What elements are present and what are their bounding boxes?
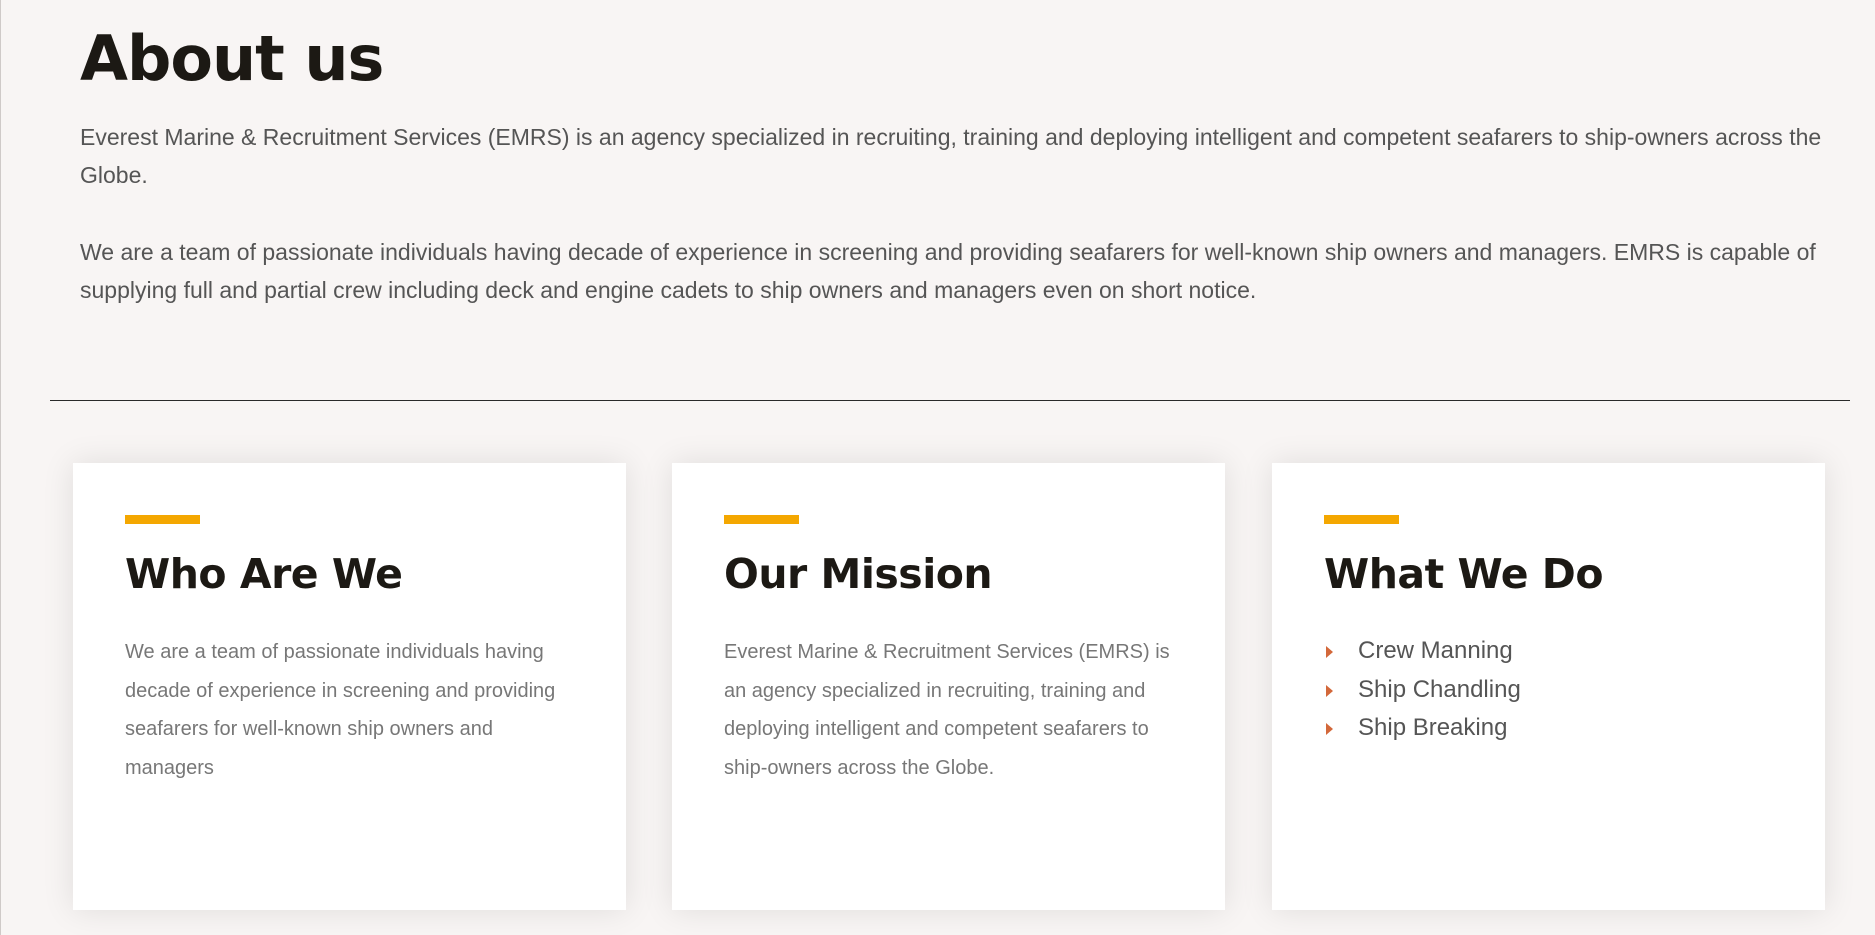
card-what-we-do: What We Do Crew Manning Ship Chandling S… [1272, 463, 1825, 910]
list-item-label: Ship Chandling [1358, 675, 1521, 703]
list-item: Crew Manning [1324, 632, 1773, 671]
caret-right-icon [1326, 646, 1333, 658]
about-paragraph-1: Everest Marine & Recruitment Services (E… [80, 124, 1822, 188]
card-text: Everest Marine & Recruitment Services (E… [724, 641, 1170, 779]
page-left-border [0, 0, 1, 935]
about-title: About us [80, 22, 384, 95]
caret-right-icon [1326, 723, 1333, 735]
card-accent-bar [125, 515, 200, 524]
list-item-label: Ship Breaking [1358, 714, 1508, 741]
caret-right-icon [1326, 684, 1333, 697]
card-who-are-we: Who Are We We are a team of passionate i… [73, 463, 626, 910]
card-our-mission: Our Mission Everest Marine & Recruitment… [672, 463, 1225, 910]
list-item-label: Crew Manning [1358, 637, 1513, 664]
card-title: What We Do [1324, 550, 1604, 598]
card-title: Who Are We [125, 550, 403, 598]
section-divider [50, 400, 1850, 401]
card-title: Our Mission [724, 550, 993, 598]
services-list: Crew Manning Ship Chandling Ship Breakin… [1324, 632, 1773, 748]
about-paragraph-2: We are a team of passionate individuals … [80, 239, 1816, 303]
about-section: About us Everest Marine & Recruitment Se… [80, 16, 1860, 309]
card-accent-bar [724, 515, 799, 524]
list-item: Ship Breaking [1324, 709, 1773, 748]
list-item: Ship Chandling [1324, 671, 1773, 710]
card-text: We are a team of passionate individuals … [125, 641, 556, 779]
card-accent-bar [1324, 515, 1399, 524]
